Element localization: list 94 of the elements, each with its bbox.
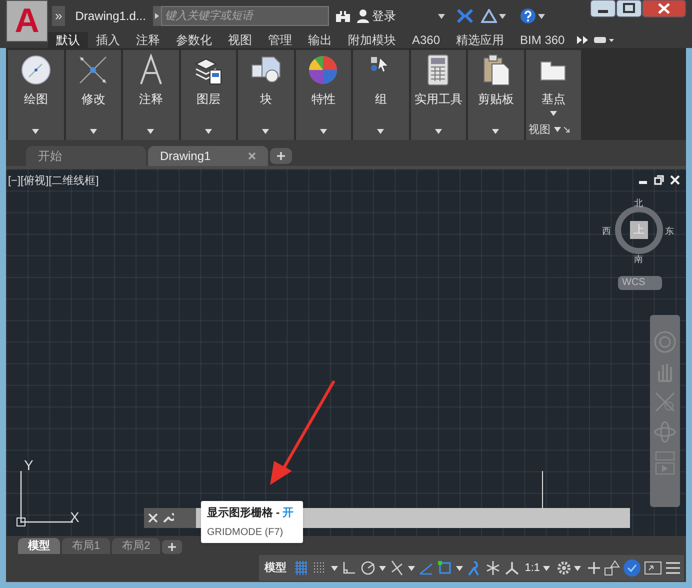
sign-in-link[interactable]: 登录 (372, 7, 438, 25)
ribbon-tab[interactable]: 管理 (260, 32, 300, 48)
object-snap-icon[interactable] (436, 560, 453, 576)
caret-icon[interactable] (499, 14, 506, 18)
add-layout-icon[interactable] (162, 540, 182, 554)
caret-icon[interactable] (330, 566, 338, 570)
caret-icon[interactable] (554, 127, 560, 132)
panel-button[interactable]: 注释 (138, 90, 163, 108)
file-tab[interactable]: Drawing1 (148, 146, 268, 166)
ortho-icon[interactable] (340, 560, 357, 576)
auto-scale-icon[interactable] (484, 560, 501, 576)
polar-icon[interactable] (360, 560, 376, 576)
compass-label: 北 (634, 197, 643, 210)
file-tab[interactable]: 开始 (26, 146, 146, 166)
panel-button[interactable]: 块 (260, 90, 272, 108)
caret-icon[interactable] (543, 566, 550, 570)
panel-button[interactable]: 剪贴板 (478, 90, 514, 108)
expand-search-icon[interactable] (153, 6, 162, 26)
tooltip-state: 开 (282, 506, 294, 521)
ribbon-tab[interactable]: 默认 (48, 32, 88, 48)
ribbon-tab[interactable]: 视图 (220, 32, 260, 48)
plus-icon[interactable] (587, 561, 601, 575)
caret-icon[interactable] (320, 129, 327, 134)
binoculars-icon[interactable] (335, 9, 352, 23)
minimize-icon[interactable] (590, 0, 616, 18)
more-tabs-icon[interactable] (576, 36, 589, 44)
annotation-scale-button[interactable]: 1:1 (524, 560, 540, 576)
grid-icon[interactable] (292, 560, 309, 576)
axis-label: X (70, 508, 80, 527)
caret-icon[interactable] (408, 566, 415, 570)
layout-tab[interactable]: 布局1 (62, 538, 110, 554)
panel-button[interactable]: 特性 (311, 90, 336, 108)
maximize-icon[interactable] (616, 0, 642, 18)
caret-icon[interactable] (378, 566, 386, 570)
panel-button[interactable]: 基点 (541, 90, 566, 108)
axis-label: Y (24, 456, 34, 475)
ribbon-tab[interactable]: 精选应用 (448, 32, 512, 48)
add-tab-icon[interactable] (270, 148, 292, 164)
ribbon-tab[interactable]: 附加模块 (340, 32, 404, 48)
ribbon-tab[interactable]: 插入 (88, 32, 128, 48)
caret-icon[interactable] (377, 129, 384, 134)
caret-icon[interactable] (262, 129, 270, 134)
user-icon[interactable] (357, 9, 370, 23)
caret-icon[interactable] (438, 14, 446, 18)
caret-icon[interactable] (147, 129, 154, 134)
circle-icon[interactable] (20, 54, 52, 86)
caret-icon[interactable] (550, 111, 557, 116)
ribbon-tab[interactable]: 注释 (128, 32, 168, 48)
clean-screen-icon[interactable] (644, 561, 662, 575)
ribbon-tab[interactable]: 参数化 (168, 32, 220, 48)
caret-icon[interactable] (204, 129, 212, 134)
compass-ring-icon[interactable] (614, 205, 664, 255)
compass-label: 东 (665, 225, 674, 238)
tooltip-title: 显示图形栅格 - (207, 506, 280, 521)
restore-icon[interactable] (654, 175, 664, 185)
window-title: Drawing1.d... (75, 8, 147, 25)
hardware-acceleration-icon[interactable] (623, 559, 641, 577)
model-space-button[interactable]: 模型 (262, 560, 290, 576)
ribbon-tab[interactable]: 输出 (300, 32, 340, 48)
compass-label: 西 (602, 225, 611, 238)
panel-button[interactable]: 修改 (81, 90, 106, 108)
viewport-controls[interactable]: [−][俯视][二维线框] (8, 173, 99, 190)
compass-label: 南 (634, 253, 643, 266)
exchange-icon[interactable] (457, 9, 474, 23)
annotation-scale-icon[interactable] (504, 560, 520, 576)
menu-icon[interactable] (665, 561, 681, 575)
panel-button[interactable]: 图层 (196, 90, 220, 108)
caret-icon[interactable] (574, 566, 581, 570)
panel-button[interactable]: 组 (374, 90, 387, 108)
caret-icon[interactable] (90, 129, 97, 134)
panel-button[interactable]: 实用工具 (414, 90, 462, 108)
launcher-icon[interactable] (564, 126, 570, 133)
caret-icon[interactable] (434, 129, 442, 134)
layout-tab[interactable]: 模型 (18, 538, 60, 554)
caret-icon[interactable] (32, 129, 40, 134)
isolate-icon[interactable] (604, 560, 620, 576)
search-field[interactable]: 键入关键字或短语 (161, 6, 330, 26)
close-icon[interactable] (642, 0, 686, 18)
isodraft-icon[interactable] (388, 560, 405, 576)
ribbon-tab[interactable]: A360 (404, 32, 448, 48)
layout-tab[interactable]: 布局2 (112, 538, 160, 554)
expand-button[interactable]: » (52, 6, 66, 26)
caret-icon[interactable] (538, 14, 546, 18)
caret-icon[interactable] (456, 566, 463, 570)
panel-title[interactable]: 视图 (528, 122, 550, 138)
color-wheel-icon[interactable] (307, 54, 340, 86)
caret-icon[interactable] (492, 129, 500, 134)
triangle-icon[interactable] (481, 9, 498, 23)
ribbon-tab[interactable]: BIM 360 (512, 32, 573, 48)
move-icon[interactable] (77, 54, 110, 86)
panel-toggle-icon[interactable] (592, 35, 615, 45)
gear-icon[interactable] (557, 561, 571, 575)
help-icon[interactable] (520, 8, 536, 24)
panel-button[interactable]: 绘图 (24, 90, 48, 108)
